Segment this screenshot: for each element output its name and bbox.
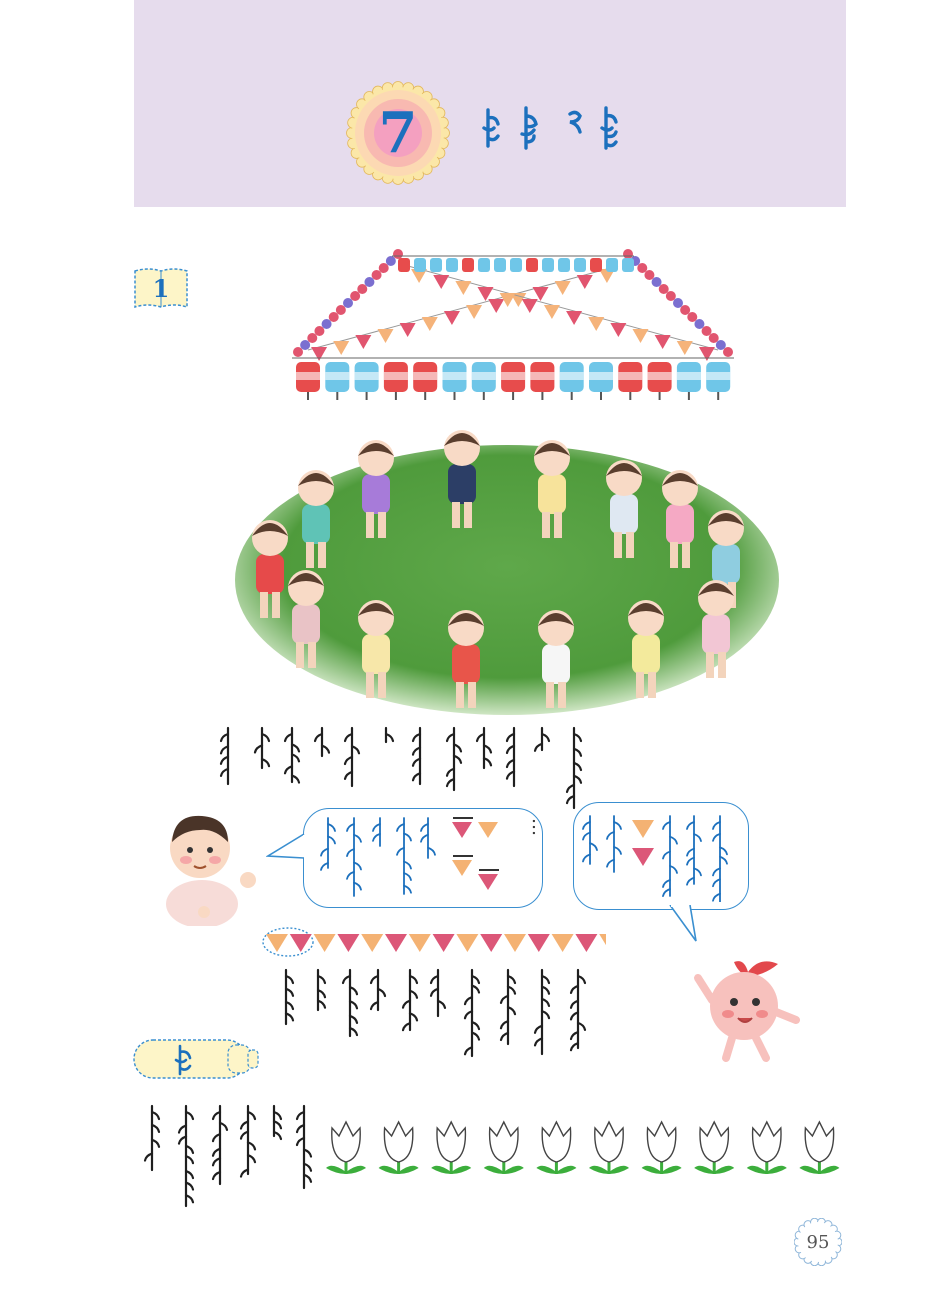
sequence-triangle: [361, 934, 384, 952]
tulip-icon: [746, 1120, 787, 1174]
tulip-icon: [536, 1120, 577, 1174]
sequence-triangle: [266, 934, 288, 952]
speech-right-triangles: [632, 820, 654, 866]
peach-mascot: [694, 961, 800, 1062]
speech-right-text-b: [660, 812, 740, 903]
tulip-icon: [326, 1120, 366, 1174]
tulip-icon: [694, 1120, 735, 1174]
tulip-icon: [589, 1120, 629, 1174]
speech-left-triangles: [452, 817, 499, 890]
children-dancing-illustration: [235, 430, 779, 715]
chapter-header: [134, 0, 846, 207]
tulip-row: [326, 1120, 840, 1174]
section-number: 1: [152, 273, 170, 303]
tulip-icon: [378, 1120, 419, 1174]
practice-instruction-text: [140, 1100, 318, 1210]
triangle-sequence: [262, 927, 606, 957]
sequence-triangle: [527, 934, 550, 952]
sequence-triangle: [575, 934, 598, 952]
sequence-triangle: [432, 934, 455, 952]
tulip-icon: [799, 1120, 840, 1174]
speech-right-text-a: [580, 812, 630, 892]
sequence-question-text: [278, 966, 596, 1066]
sequence-triangle: [337, 934, 360, 952]
speech-left-ellipsis: …: [528, 818, 549, 836]
sequence-triangle: [599, 934, 606, 946]
sequence-triangle: [456, 934, 479, 952]
sequence-triangle: [551, 934, 574, 952]
tulip-icon: [483, 1120, 524, 1174]
unit-number: 7: [378, 100, 418, 166]
speech-bubble-tail-left: [266, 833, 306, 859]
sequence-triangle: [385, 934, 407, 952]
speech-left-text: [318, 814, 438, 900]
speech-bubble-tail-right: [669, 905, 697, 942]
unit-title: [478, 106, 628, 150]
tulip-icon: [431, 1120, 472, 1174]
sequence-triangle: [313, 934, 336, 952]
sequence-triangle: [480, 934, 503, 952]
exercise-instruction-text: [218, 722, 598, 812]
practice-label: [133, 1039, 259, 1079]
festival-decorations: [292, 249, 734, 400]
boy-character: [166, 815, 256, 926]
sequence-triangle: [408, 934, 431, 952]
page-number: 95: [806, 1231, 830, 1253]
tulip-icon: [641, 1120, 682, 1174]
sequence-triangle: [504, 934, 526, 952]
